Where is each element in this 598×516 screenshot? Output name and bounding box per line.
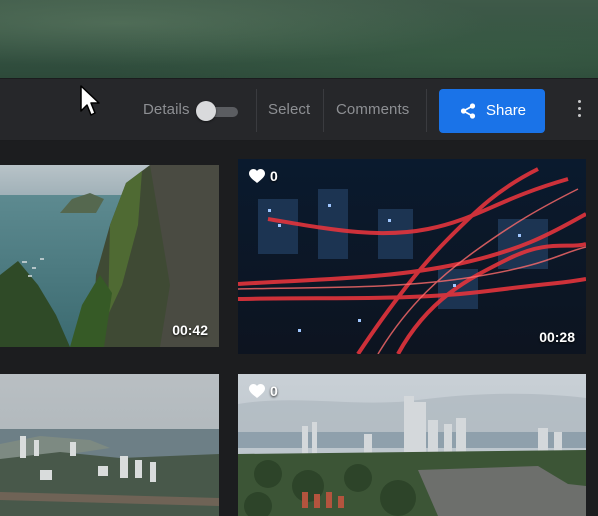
media-thumbnail[interactable]: 0 00:28 bbox=[238, 159, 586, 354]
share-icon bbox=[460, 103, 476, 119]
details-label: Details bbox=[143, 101, 190, 118]
video-duration: 00:42 bbox=[172, 322, 208, 338]
share-button-label: Share bbox=[486, 102, 527, 119]
heart-icon bbox=[249, 169, 265, 183]
divider bbox=[426, 89, 427, 132]
thumbnail-image bbox=[0, 374, 219, 516]
thumbnail-image bbox=[0, 165, 219, 347]
divider bbox=[323, 89, 324, 132]
thumbnail-image bbox=[238, 159, 586, 354]
more-vertical-icon[interactable] bbox=[572, 98, 588, 122]
like-count: 0 bbox=[270, 383, 278, 399]
heart-icon bbox=[249, 384, 265, 398]
media-thumbnail[interactable]: 0 bbox=[238, 374, 586, 516]
toggle-knob bbox=[196, 101, 216, 121]
cursor-icon bbox=[80, 85, 100, 116]
details-toggle[interactable] bbox=[196, 101, 238, 121]
media-thumbnail[interactable] bbox=[0, 374, 219, 516]
header-cover-image bbox=[0, 0, 598, 78]
select-button[interactable]: Select bbox=[268, 101, 310, 118]
divider bbox=[256, 89, 257, 132]
video-duration: 00:28 bbox=[539, 329, 575, 345]
comments-button[interactable]: Comments bbox=[336, 101, 409, 118]
media-thumbnail[interactable]: 00:42 bbox=[0, 165, 219, 347]
share-button[interactable]: Share bbox=[439, 89, 545, 133]
thumbnail-image bbox=[238, 374, 586, 516]
like-count: 0 bbox=[270, 168, 278, 184]
